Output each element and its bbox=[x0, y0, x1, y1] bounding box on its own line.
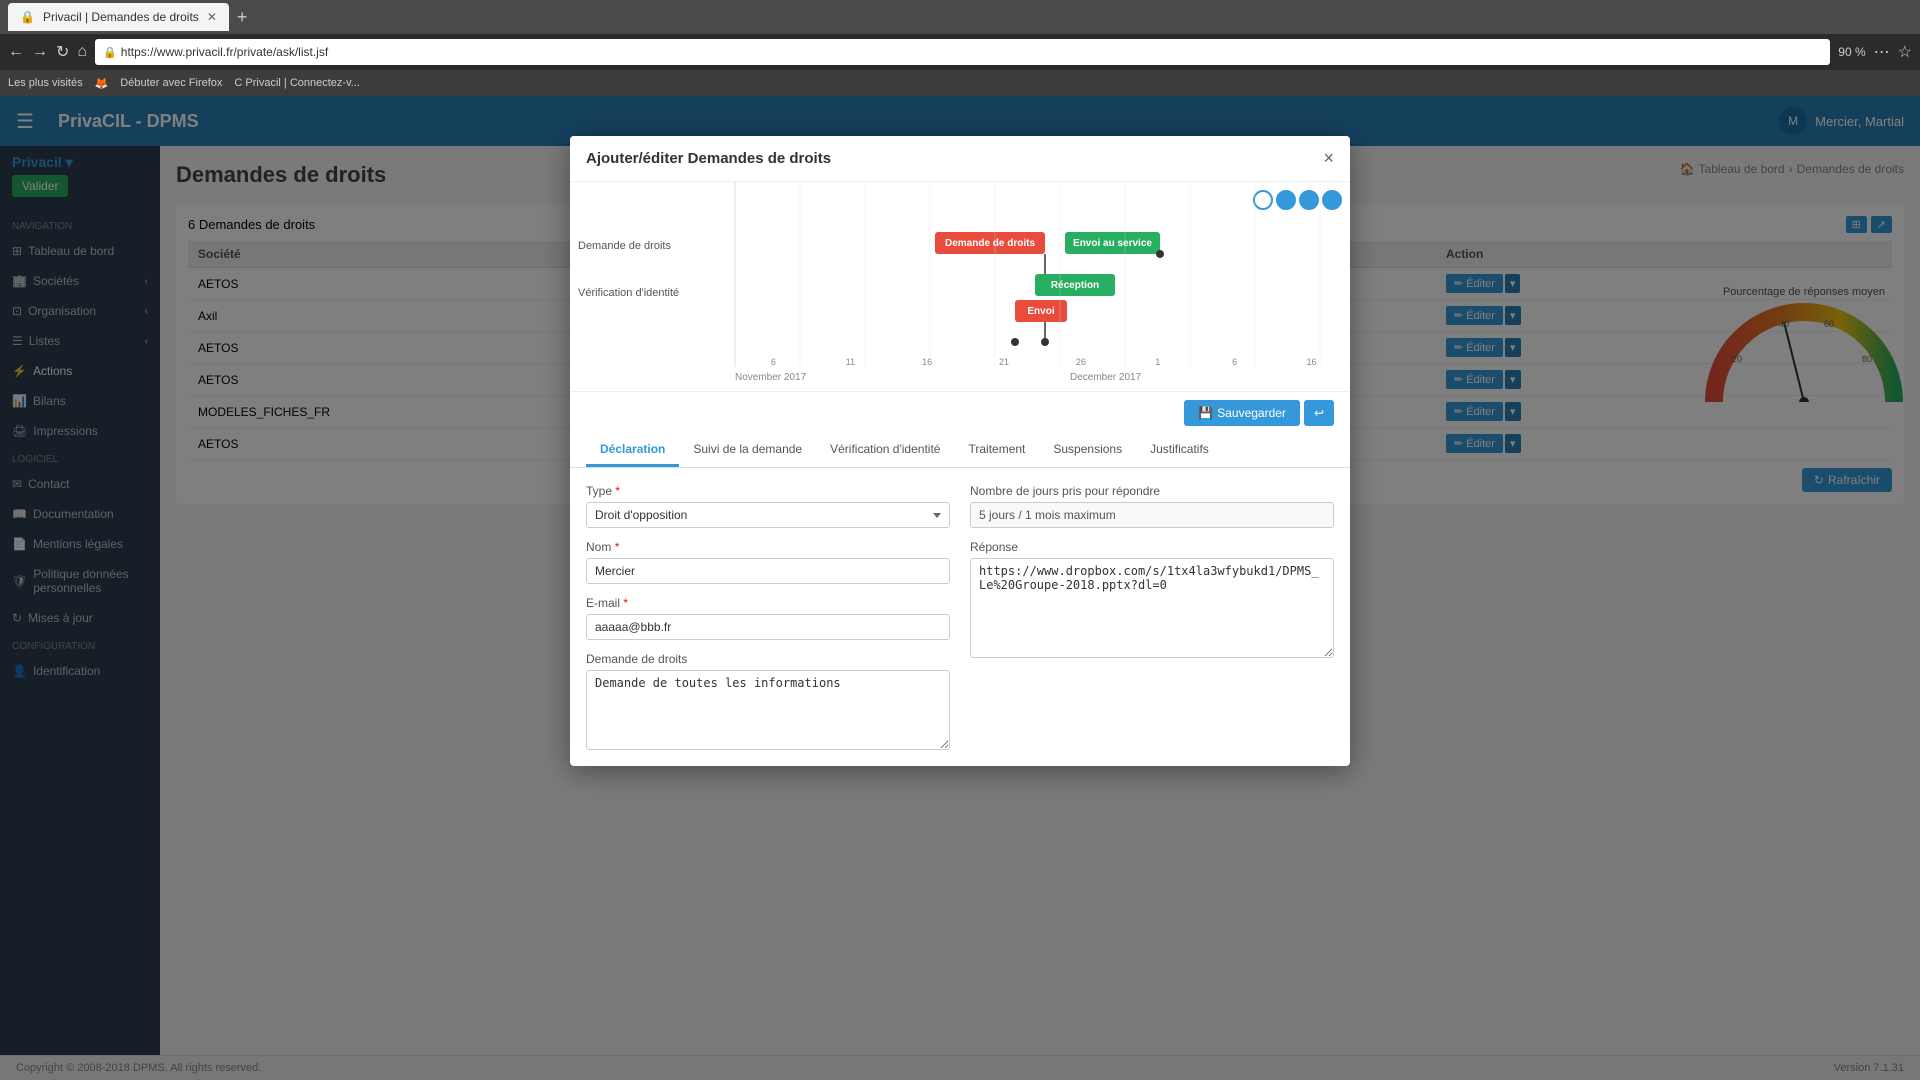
gantt-nav-btn-4[interactable] bbox=[1322, 190, 1342, 210]
gantt-chart: Demande de droits Vérification d'identit… bbox=[570, 182, 1350, 392]
tab-verification[interactable]: Vérification d'identité bbox=[816, 434, 954, 467]
new-tab-btn[interactable]: + bbox=[237, 7, 248, 28]
nom-label: Nom * bbox=[586, 540, 950, 554]
gantt-month-dec: December 2017 bbox=[1070, 372, 1141, 383]
modal-header: Ajouter/éditer Demandes de droits × bbox=[570, 136, 1350, 182]
save-back-btn[interactable]: ↩ bbox=[1304, 400, 1334, 426]
bookmark-2[interactable]: Débuter avec Firefox bbox=[120, 77, 222, 89]
modal-overlay[interactable]: Ajouter/éditer Demandes de droits × Dema… bbox=[0, 96, 1920, 1080]
tab-close[interactable]: ✕ bbox=[207, 10, 217, 24]
gantt-bar-envoi2: Envoi bbox=[1015, 300, 1067, 322]
bookmark-1[interactable]: Les plus visités bbox=[8, 77, 83, 89]
tab-favicon: 🔒 bbox=[20, 10, 35, 24]
forward-btn[interactable]: → bbox=[32, 43, 48, 61]
browser-bookmarks: Les plus visités 🦊 Débuter avec Firefox … bbox=[0, 70, 1920, 96]
gantt-row-label-1: Demande de droits bbox=[578, 240, 671, 252]
gantt-nav-btn-2[interactable] bbox=[1276, 190, 1296, 210]
tab-suspensions[interactable]: Suspensions bbox=[1039, 434, 1136, 467]
demande-label: Demande de droits bbox=[586, 652, 950, 666]
save-icon: 💾 bbox=[1198, 406, 1213, 420]
browser-chrome: 🔒 Privacil | Demandes de droits ✕ + ← → … bbox=[0, 0, 1920, 96]
url-text: https://www.privacil.fr/private/ask/list… bbox=[121, 45, 328, 59]
nb-jours-group: Nombre de jours pris pour répondre 5 jou… bbox=[970, 484, 1334, 528]
modal: Ajouter/éditer Demandes de droits × Dema… bbox=[570, 136, 1350, 766]
bookmark-btn[interactable]: ☆ bbox=[1898, 42, 1912, 62]
browser-tab[interactable]: 🔒 Privacil | Demandes de droits ✕ bbox=[8, 3, 229, 31]
gantt-bar-envoi: Envoi au service bbox=[1065, 232, 1160, 254]
gantt-nav-btn-3[interactable] bbox=[1299, 190, 1319, 210]
gantt-nav-btn-1[interactable] bbox=[1253, 190, 1273, 210]
save-btn-label: Sauvegarder bbox=[1217, 406, 1286, 420]
gantt-nav bbox=[1253, 190, 1342, 210]
save-btn[interactable]: 💾 Sauvegarder bbox=[1184, 400, 1300, 426]
gantt-bar-reception: Réception bbox=[1035, 274, 1115, 296]
back-btn[interactable]: ← bbox=[8, 43, 24, 61]
bookmark-3[interactable]: C Privacil | Connectez-v... bbox=[234, 77, 360, 89]
gantt-row-label-2: Vérification d'identité bbox=[578, 287, 679, 299]
reponse-label: Réponse bbox=[970, 540, 1334, 554]
gantt-bar-demande: Demande de droits bbox=[935, 232, 1045, 254]
modal-form: Type * Droit d'accès Droit d'opposition … bbox=[570, 468, 1350, 766]
type-group: Type * Droit d'accès Droit d'opposition … bbox=[586, 484, 950, 528]
modal-save-bar: 💾 Sauvegarder ↩ bbox=[570, 392, 1350, 434]
reponse-group: Réponse https://www.dropbox.com/s/1tx4la… bbox=[970, 540, 1334, 750]
tab-declaration[interactable]: Déclaration bbox=[586, 434, 679, 467]
tab-traitement[interactable]: Traitement bbox=[954, 434, 1039, 467]
url-box[interactable]: 🔒 https://www.privacil.fr/private/ask/li… bbox=[95, 39, 1830, 65]
modal-close-btn[interactable]: × bbox=[1323, 148, 1334, 169]
nom-group: Nom * bbox=[586, 540, 950, 584]
type-label: Type * bbox=[586, 484, 950, 498]
email-group: E-mail * bbox=[586, 596, 950, 640]
tab-justificatifs[interactable]: Justificatifs bbox=[1136, 434, 1223, 467]
modal-tabs: Déclaration Suivi de la demande Vérifica… bbox=[570, 434, 1350, 468]
browser-tab-bar: 🔒 Privacil | Demandes de droits ✕ + bbox=[0, 0, 1920, 34]
lock-icon: 🔒 bbox=[103, 46, 117, 59]
gantt-grid bbox=[570, 182, 1350, 367]
demande-textarea[interactable]: Demande de toutes les informations bbox=[586, 670, 950, 750]
reload-btn[interactable]: ↻ bbox=[56, 42, 69, 62]
modal-title: Ajouter/éditer Demandes de droits bbox=[586, 150, 831, 167]
nom-input[interactable] bbox=[586, 558, 950, 584]
nb-jours-value: 5 jours / 1 mois maximum bbox=[970, 502, 1334, 528]
gantt-month-nov: November 2017 bbox=[735, 372, 806, 383]
email-label: E-mail * bbox=[586, 596, 950, 610]
type-required: * bbox=[615, 484, 620, 498]
home-btn[interactable]: ⌂ bbox=[77, 43, 87, 61]
firefox-icon: 🦊 bbox=[95, 77, 109, 90]
gantt-scale-row: 6 11 16 21 26 1 6 16 bbox=[570, 357, 1350, 367]
tab-title: Privacil | Demandes de droits bbox=[43, 10, 199, 24]
email-input[interactable] bbox=[586, 614, 950, 640]
nb-jours-label: Nombre de jours pris pour répondre bbox=[970, 484, 1334, 498]
type-select[interactable]: Droit d'accès Droit d'opposition Portabi… bbox=[586, 502, 950, 528]
tab-suivi[interactable]: Suivi de la demande bbox=[679, 434, 816, 467]
reponse-textarea[interactable]: https://www.dropbox.com/s/1tx4la3wfybukd… bbox=[970, 558, 1334, 658]
extensions-btn[interactable]: ⋯ bbox=[1874, 42, 1890, 62]
browser-address-bar: ← → ↻ ⌂ 🔒 https://www.privacil.fr/privat… bbox=[0, 34, 1920, 70]
zoom-level: 90 % bbox=[1838, 45, 1865, 59]
demande-group: Demande de droits Demande de toutes les … bbox=[586, 652, 950, 750]
